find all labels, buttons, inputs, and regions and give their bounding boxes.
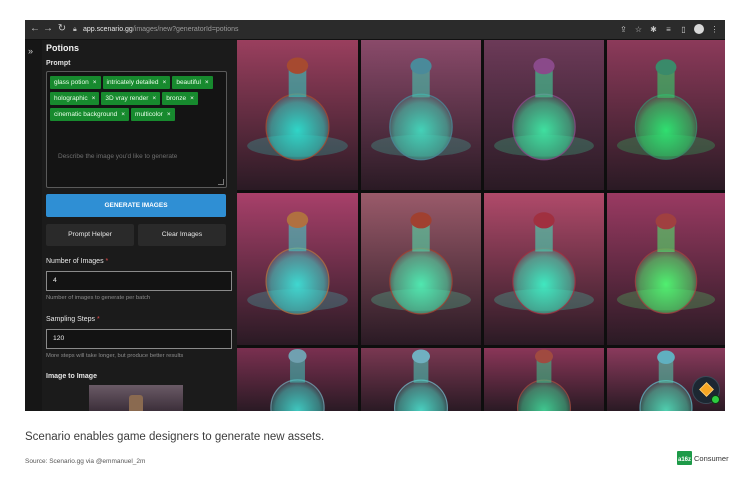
sampling-steps-label-text: Sampling Steps xyxy=(46,316,96,323)
image-to-image-label: Image to Image xyxy=(46,373,97,380)
prompt-label: Prompt xyxy=(46,60,71,67)
num-images-label-text: Number of Images xyxy=(46,258,104,265)
clear-images-button[interactable]: Clear Images xyxy=(138,224,226,246)
num-images-help: Number of images to generate per batch xyxy=(46,295,151,301)
generated-image[interactable] xyxy=(361,193,481,345)
prompt-placeholder: Describe the image you'd like to generat… xyxy=(58,153,178,160)
generated-image[interactable] xyxy=(237,40,358,190)
prompt-tag[interactable]: 3D vray render × xyxy=(101,92,161,105)
brand-name: Consumer xyxy=(694,453,729,463)
generated-image[interactable] xyxy=(607,193,725,345)
url-path: /images/new?generatorId=potions xyxy=(132,26,239,33)
prompt-tag-label: bronze xyxy=(166,95,187,102)
tag-close-icon[interactable]: × xyxy=(205,79,209,86)
generated-image[interactable] xyxy=(361,40,481,190)
back-icon[interactable]: ← xyxy=(29,23,41,35)
sidepanel-icon[interactable]: ▯ xyxy=(679,25,688,34)
lock-icon: 🔒︎ xyxy=(73,26,77,33)
image-gallery xyxy=(237,40,725,411)
num-images-label: Number of Images * xyxy=(46,258,108,265)
required-mark: * xyxy=(96,316,100,323)
thumbnail-bottle xyxy=(129,395,143,411)
prompt-tag-label: holographic xyxy=(54,95,88,102)
prompt-tag-label: glass potion xyxy=(54,79,89,86)
a16z-logo: a16z xyxy=(677,451,692,465)
generated-image[interactable] xyxy=(484,348,604,411)
profile-icon[interactable] xyxy=(694,24,704,34)
prompt-tag-label: intricately detailed xyxy=(106,79,159,86)
prompt-tag-label: beautiful xyxy=(176,79,201,86)
screenshot-frame: ← → ↻ 🔒︎ app.scenario.gg/images/new?gene… xyxy=(25,20,725,411)
source-credit: Source: Scenario.gg via @emmanuel_2m xyxy=(25,458,146,465)
resize-handle[interactable] xyxy=(218,179,224,185)
generate-images-button[interactable]: GENERATE IMAGES xyxy=(46,194,226,217)
prompt-tag-label: cinematic background xyxy=(54,111,118,118)
prompt-tag[interactable]: multicolor × xyxy=(131,108,175,121)
share-icon[interactable]: ⇪ xyxy=(619,25,628,34)
expand-icon[interactable]: » xyxy=(28,46,33,56)
caption: Scenario enables game designers to gener… xyxy=(25,431,325,443)
tag-close-icon[interactable]: × xyxy=(190,95,194,102)
prompt-input[interactable]: glass potion × intricately detailed × beauti… xyxy=(46,71,227,188)
more-icon[interactable]: ⋮ xyxy=(710,25,719,34)
extension-icon[interactable]: ✱ xyxy=(649,25,658,34)
tag-close-icon[interactable]: × xyxy=(92,95,96,102)
url-host: app.scenario.gg xyxy=(83,26,133,33)
num-images-input[interactable]: 4 xyxy=(46,271,232,291)
prompt-tag[interactable]: cinematic background × xyxy=(50,108,130,121)
prompt-tag-label: multicolor xyxy=(135,111,163,118)
media-icon[interactable]: ≡ xyxy=(664,25,673,34)
cube-shape xyxy=(699,382,714,397)
image-to-image-thumbnail[interactable] xyxy=(89,385,183,411)
address-bar[interactable]: app.scenario.gg/images/new?generatorId=p… xyxy=(83,23,238,36)
tag-close-icon[interactable]: × xyxy=(93,79,97,86)
cube-assistant-icon[interactable] xyxy=(692,376,720,404)
sampling-steps-help: More steps will take longer, but produce… xyxy=(46,353,184,359)
prompt-tag[interactable]: intricately detailed × xyxy=(102,76,171,89)
browser-toolbar: ← → ↻ 🔒︎ app.scenario.gg/images/new?gene… xyxy=(25,20,725,40)
required-mark: * xyxy=(105,258,109,265)
reload-icon[interactable]: ↻ xyxy=(56,23,68,35)
sampling-steps-label: Sampling Steps * xyxy=(46,316,100,323)
generated-image[interactable] xyxy=(607,40,725,190)
sampling-steps-input[interactable]: 120 xyxy=(46,329,232,349)
generated-image[interactable] xyxy=(237,193,358,345)
prompt-tags: glass potion × intricately detailed × beauti… xyxy=(50,76,226,121)
sidebar-rail: » xyxy=(25,40,42,411)
prompt-helper-button[interactable]: Prompt Helper xyxy=(46,224,134,246)
tag-close-icon[interactable]: × xyxy=(152,95,156,102)
prompt-tag[interactable]: bronze × xyxy=(162,92,198,105)
toolbar-icons: ⇪ ☆ ✱ ≡ ▯ ⋮ xyxy=(619,23,719,36)
brand: a16z Consumer xyxy=(677,451,729,465)
online-status-dot xyxy=(711,395,720,404)
generated-image[interactable] xyxy=(484,193,604,345)
prompt-tag[interactable]: glass potion × xyxy=(50,76,101,89)
tag-close-icon[interactable]: × xyxy=(167,111,171,118)
prompt-tag[interactable]: beautiful × xyxy=(172,76,213,89)
prompt-tag-label: 3D vray render xyxy=(105,95,149,102)
generator-title: Potions xyxy=(46,43,79,53)
generated-image[interactable] xyxy=(484,40,604,190)
forward-icon[interactable]: → xyxy=(42,23,54,35)
star-icon[interactable]: ☆ xyxy=(634,25,643,34)
tag-close-icon[interactable]: × xyxy=(121,111,125,118)
prompt-tag[interactable]: holographic × xyxy=(50,92,100,105)
generated-image[interactable] xyxy=(237,348,358,411)
generated-image[interactable] xyxy=(361,348,481,411)
tag-close-icon[interactable]: × xyxy=(163,79,167,86)
